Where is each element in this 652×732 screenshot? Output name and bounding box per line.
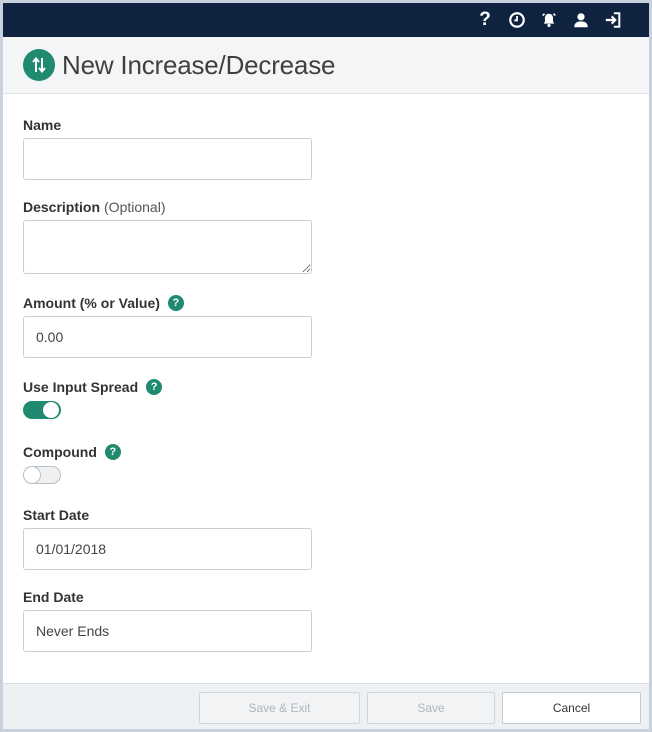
save-and-exit-button[interactable]: Save & Exit	[199, 692, 360, 724]
amount-help-icon[interactable]: ?	[167, 295, 184, 311]
top-navigation-bar: ?	[3, 3, 649, 37]
arrows-up-down-icon	[23, 49, 55, 81]
end-date-field[interactable]	[23, 610, 312, 652]
compound-label: Compound ?	[23, 443, 121, 461]
save-button[interactable]: Save	[367, 692, 495, 724]
toggle-knob	[23, 466, 41, 484]
description-field[interactable]	[23, 220, 312, 274]
description-label: Description (Optional)	[23, 198, 165, 216]
name-label-text: Name	[23, 117, 62, 133]
use-input-spread-label-text: Use Input Spread	[23, 379, 139, 395]
start-date-label-text: Start Date	[23, 507, 90, 523]
end-date-label-text: End Date	[23, 589, 84, 605]
action-footer: Save & Exit Save Cancel	[3, 683, 649, 729]
page-title: New Increase/Decrease	[62, 50, 336, 80]
alarm-bell-icon[interactable]	[533, 3, 565, 37]
topbar-icon-group: ?	[469, 3, 629, 37]
name-label: Name	[23, 116, 61, 134]
start-date-label: Start Date	[23, 506, 89, 524]
cancel-button[interactable]: Cancel	[502, 692, 641, 724]
sign-out-icon[interactable]	[597, 3, 629, 37]
help-icon[interactable]: ?	[469, 3, 501, 37]
user-icon[interactable]	[565, 3, 597, 37]
compound-toggle[interactable]	[23, 466, 61, 484]
start-date-field[interactable]	[23, 528, 312, 570]
use-input-spread-help-icon[interactable]: ?	[146, 379, 163, 395]
amount-field[interactable]	[23, 316, 312, 358]
dialog-window: ? New Increase/Decrease Name Description…	[0, 0, 652, 732]
compound-label-text: Compound	[23, 444, 97, 460]
optional-hint: (Optional)	[104, 199, 166, 215]
history-clock-icon[interactable]	[501, 3, 533, 37]
amount-label-text: Amount (% or Value)	[23, 295, 160, 311]
toggle-knob	[42, 401, 60, 419]
use-input-spread-label: Use Input Spread ?	[23, 378, 163, 396]
help-glyph: ?	[479, 9, 491, 30]
use-input-spread-toggle[interactable]	[23, 401, 61, 419]
page-header: New Increase/Decrease	[3, 37, 649, 94]
compound-help-icon[interactable]: ?	[104, 444, 121, 460]
amount-label: Amount (% or Value) ?	[23, 294, 184, 312]
end-date-label: End Date	[23, 588, 84, 606]
name-field[interactable]	[23, 138, 312, 180]
description-label-text: Description	[23, 199, 101, 215]
